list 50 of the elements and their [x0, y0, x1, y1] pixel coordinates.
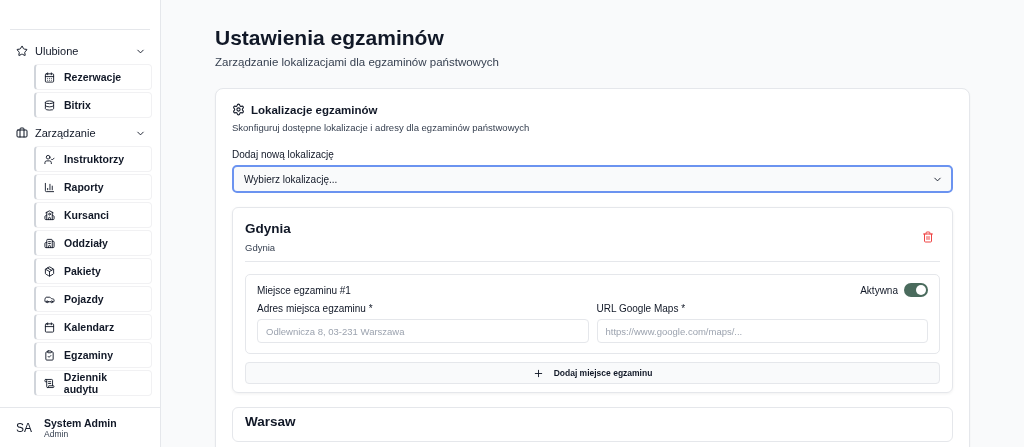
card-title: Lokalizacje egzaminów: [251, 103, 378, 116]
nav-group-label: Zarządzanie: [35, 127, 97, 139]
bar-chart-icon: [44, 181, 55, 193]
briefcase-icon: [16, 127, 28, 139]
url-input[interactable]: https://www.google.com/maps/...: [596, 319, 928, 343]
scroll-icon: [44, 377, 55, 389]
page-title: Ustawienia egzaminów: [215, 26, 445, 50]
address-input[interactable]: Odlewnicza 8, 03-231 Warszawa: [257, 319, 589, 343]
location-subtitle: Gdynia: [245, 242, 277, 253]
page-subtitle: Zarządzanie lokalizacjami dla egzaminów państwowych: [215, 56, 500, 68]
database-icon: [44, 99, 55, 111]
settings-icon: [232, 103, 245, 116]
delete-icon[interactable]: [922, 231, 934, 243]
nav-item[interactable]: Egzaminy: [34, 342, 152, 368]
clipboard-check-icon: [44, 349, 55, 361]
nav-item[interactable]: Rezerwacje: [34, 64, 152, 90]
user-role: Admin: [44, 428, 69, 439]
nav-item[interactable]: Dziennik audytu: [34, 370, 152, 396]
calendar-icon: [44, 321, 55, 333]
nav-item[interactable]: Kursanci: [34, 202, 152, 228]
star-icon: [16, 45, 28, 57]
nav-item[interactable]: Bitrix: [34, 92, 152, 118]
user-icon: [44, 153, 55, 165]
nav-item[interactable]: Raporty: [34, 174, 152, 200]
active-toggle[interactable]: [904, 283, 928, 297]
nav-group-label: Ulubione: [35, 45, 80, 57]
nav-item[interactable]: Oddziały: [34, 230, 152, 256]
nav-item[interactable]: Pakiety: [34, 258, 152, 284]
location-name: Gdynia: [245, 221, 291, 236]
field-label: URL Google Maps *: [596, 303, 687, 314]
building-icon: [44, 209, 55, 221]
add-place-button[interactable]: Dodaj miejsce egzaminu: [245, 362, 940, 384]
field-label: Dodaj nową lokalizację: [232, 149, 335, 160]
office-building-icon: [44, 237, 55, 249]
nav-group-header[interactable]: Zarządzanie: [10, 120, 152, 146]
plus-icon: [532, 367, 544, 379]
nav-group-header[interactable]: Ulubione: [10, 38, 152, 64]
nav-item[interactable]: Pojazdy: [34, 286, 152, 312]
location-name: Warsaw: [245, 414, 297, 429]
nav-item[interactable]: Kalendarz: [34, 314, 152, 340]
calendar-icon: [44, 71, 55, 83]
user-initials: SA: [16, 420, 32, 435]
location-select[interactable]: Wybierz lokalizację...: [232, 165, 953, 193]
field-label: Adres miejsca egzaminu *: [257, 303, 374, 314]
card-description: Skonfiguruj dostępne lokalizacje i adresy dla egzaminów państwowych: [232, 122, 531, 133]
package-icon: [44, 265, 55, 277]
place-title: Miejsce egzaminu #1: [257, 284, 351, 296]
toggle-label: Aktywna: [860, 284, 898, 296]
nav-item[interactable]: Instruktorzy: [34, 146, 152, 172]
user-name: System Admin: [44, 416, 117, 429]
